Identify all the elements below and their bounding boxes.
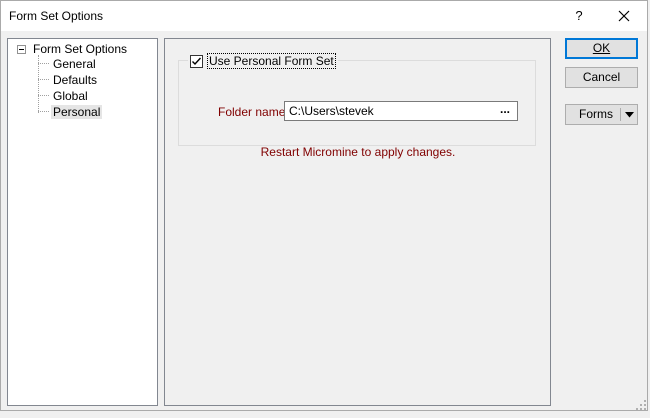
help-button[interactable]: ? [569, 7, 589, 25]
folder-name-value: C:\Users\stevek [289, 104, 374, 118]
forms-dropdown-arrow[interactable] [621, 105, 637, 124]
cancel-button-label: Cancel [582, 70, 621, 84]
chevron-down-icon [624, 111, 634, 117]
forms-split-button[interactable]: Forms [565, 104, 638, 125]
personal-form-set-group: Folder name C:\Users\stevek ... Restart … [178, 60, 536, 159]
tree-item-personal[interactable]: Personal [51, 105, 103, 119]
folder-name-input[interactable]: C:\Users\stevek [284, 101, 518, 121]
tree-item-general[interactable]: General [51, 57, 98, 71]
form-set-options-dialog: Form Set Options ? Form Set Options Gene… [0, 0, 648, 411]
close-icon [618, 10, 630, 22]
personal-settings-panel: Folder name C:\Users\stevek ... Restart … [164, 38, 551, 406]
tree-item-defaults[interactable]: Defaults [51, 73, 99, 87]
cancel-button[interactable]: Cancel [565, 67, 638, 88]
title-bar: Form Set Options ? [1, 1, 647, 31]
tree-guide-line [38, 95, 49, 96]
resize-grip-icon[interactable] [635, 399, 647, 411]
forms-button[interactable]: Forms [566, 105, 620, 124]
checkmark-icon [192, 57, 202, 65]
ok-button-label: OK [592, 41, 611, 55]
options-tree[interactable]: Form Set Options General Defaults Global… [7, 38, 158, 406]
tree-item-global[interactable]: Global [51, 89, 90, 103]
folder-name-label: Folder name [218, 105, 286, 119]
use-personal-form-set-label[interactable]: Use Personal Form Set [207, 53, 336, 69]
tree-guide-line [38, 79, 49, 80]
close-button[interactable] [609, 5, 639, 27]
restart-message: Restart Micromine to apply changes. [260, 145, 456, 159]
tree-guide-line [38, 111, 49, 112]
ok-button[interactable]: OK [565, 38, 638, 59]
tree-root-form-set-options[interactable]: Form Set Options [33, 42, 127, 56]
browse-folder-button[interactable]: ... [494, 102, 516, 120]
use-personal-form-set-checkbox[interactable] [190, 54, 203, 68]
window-title: Form Set Options [9, 9, 104, 23]
tree-guide-line [38, 63, 49, 64]
collapse-icon[interactable] [17, 45, 26, 54]
use-personal-form-set-checkbox-row[interactable]: Use Personal Form Set [188, 53, 338, 69]
